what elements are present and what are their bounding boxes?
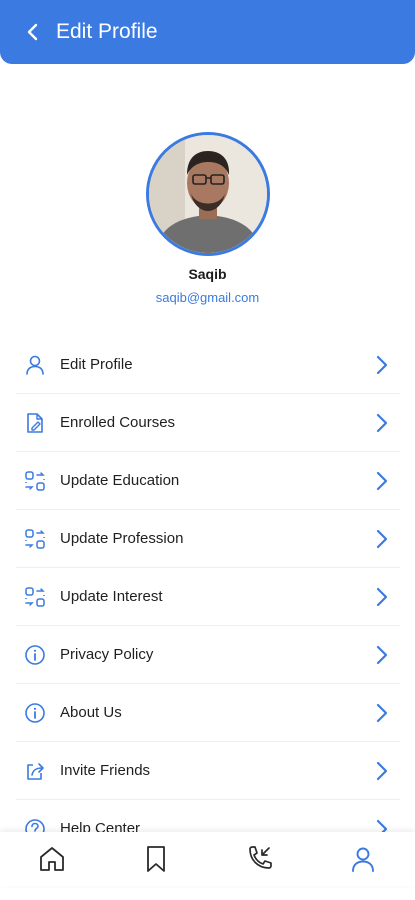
menu-item-enrolled-courses[interactable]: Enrolled Courses <box>16 394 400 452</box>
profile-icon <box>352 847 375 872</box>
profile-photo <box>149 135 267 253</box>
call-icon <box>249 846 273 869</box>
menu-item-edit-profile[interactable]: Edit Profile <box>16 336 400 394</box>
menu-item-label: Invite Friends <box>60 762 151 779</box>
chevron-right-icon <box>370 643 394 667</box>
page-title: Edit Profile <box>56 20 158 43</box>
profile-name: Saqib <box>188 266 227 282</box>
bottom-navigation <box>0 832 415 886</box>
menu-item-about-us[interactable]: About Us <box>16 684 400 742</box>
nav-profile[interactable] <box>337 837 389 881</box>
menu-item-invite-friends[interactable]: Invite Friends <box>16 742 400 800</box>
chevron-right-icon <box>370 411 394 435</box>
settings-menu: Edit Profile Enrolled Courses Update Edu… <box>16 336 400 832</box>
menu-item-label: Help Center <box>60 820 141 832</box>
menu-item-label: Enrolled Courses <box>60 414 176 431</box>
menu-item-privacy-policy[interactable]: Privacy Policy <box>16 626 400 684</box>
menu-item-label: Update Interest <box>60 588 163 605</box>
chevron-right-icon <box>370 585 394 609</box>
chevron-right-icon <box>370 701 394 725</box>
chevron-right-icon <box>370 527 394 551</box>
user-icon <box>20 350 50 380</box>
bookmark-icon <box>146 846 165 872</box>
menu-item-label: Edit Profile <box>60 356 133 373</box>
chevron-right-icon <box>370 817 394 832</box>
avatar[interactable] <box>146 132 270 256</box>
menu-item-label: Update Profession <box>60 530 184 547</box>
exchange-icon <box>20 582 50 612</box>
courses-icon <box>20 408 50 438</box>
app-header: Edit Profile <box>0 0 415 64</box>
nav-bookmarks[interactable] <box>130 837 182 881</box>
menu-item-label: Privacy Policy <box>60 646 154 663</box>
back-button[interactable] <box>18 17 48 47</box>
nav-calls[interactable] <box>233 837 285 881</box>
profile-email: saqib@gmail.com <box>155 290 260 305</box>
chevron-left-icon <box>27 23 38 41</box>
exchange-icon <box>20 524 50 554</box>
chevron-right-icon <box>370 759 394 783</box>
help-icon <box>20 814 50 832</box>
menu-item-label: Update Education <box>60 472 180 489</box>
info-icon <box>20 698 50 728</box>
chevron-right-icon <box>370 469 394 493</box>
exchange-icon <box>20 466 50 496</box>
share-icon <box>20 756 50 786</box>
nav-home[interactable] <box>26 837 78 881</box>
menu-item-update-education[interactable]: Update Education <box>16 452 400 510</box>
menu-item-update-profession[interactable]: Update Profession <box>16 510 400 568</box>
chevron-right-icon <box>370 353 394 377</box>
menu-item-label: About Us <box>60 704 122 721</box>
home-icon <box>39 847 64 871</box>
menu-item-update-interest[interactable]: Update Interest <box>16 568 400 626</box>
info-icon <box>20 640 50 670</box>
menu-item-help-center[interactable]: Help Center <box>16 800 400 832</box>
